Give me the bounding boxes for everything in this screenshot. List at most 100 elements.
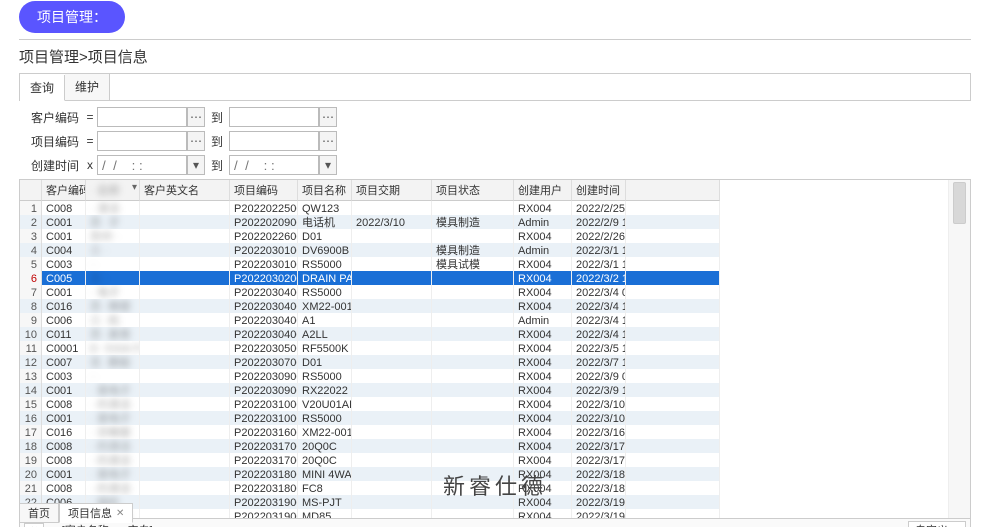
cell-due[interactable] <box>352 341 432 355</box>
cell-customer-code[interactable]: C001 <box>42 229 86 243</box>
cell-user[interactable]: RX004 <box>514 467 572 481</box>
row-number[interactable]: 14 <box>20 383 42 397</box>
cell-status[interactable] <box>432 285 514 299</box>
cell-customer-name[interactable]: ··是电子 <box>86 467 140 481</box>
column-header[interactable]: 项目名称 <box>298 180 352 201</box>
column-header[interactable]: 客户编码 <box>42 180 86 201</box>
column-header[interactable]: 创建时间 <box>572 180 626 201</box>
cell-customer-en[interactable] <box>140 509 230 519</box>
cell-project-code[interactable]: P20220304001 <box>230 285 298 299</box>
cell-user[interactable]: RX004 <box>514 201 572 215</box>
cell-project-name[interactable]: DV6900B <box>298 243 352 257</box>
filter-project-to[interactable] <box>229 131 319 151</box>
row-number[interactable]: 6 <box>20 271 42 285</box>
cell-pad[interactable] <box>626 425 720 439</box>
cell-pad[interactable] <box>626 383 720 397</box>
cell-project-code[interactable]: P20220307001 <box>230 355 298 369</box>
cell-customer-en[interactable] <box>140 467 230 481</box>
filter-project-from[interactable] <box>97 131 187 151</box>
cell-status[interactable] <box>432 201 514 215</box>
row-number[interactable]: 3 <box>20 229 42 243</box>
cell-customer-code[interactable]: C008 <box>42 397 86 411</box>
cell-project-code[interactable]: P20220225001 <box>230 201 298 215</box>
cell-customer-name[interactable]: 三·· <box>86 243 140 257</box>
cell-due[interactable] <box>352 229 432 243</box>
cell-customer-code[interactable]: C003 <box>42 257 86 271</box>
cell-project-name[interactable]: A1 <box>298 313 352 327</box>
cell-status[interactable] <box>432 439 514 453</box>
cell-user[interactable]: RX004 <box>514 397 572 411</box>
cell-project-name[interactable]: XM22-001 <box>298 425 352 439</box>
cell-project-code[interactable]: P20220310001 <box>230 397 298 411</box>
cell-due[interactable] <box>352 271 432 285</box>
column-header[interactable]: 项目编码 <box>230 180 298 201</box>
cell-pad[interactable] <box>626 355 720 369</box>
picker-project-to-icon[interactable]: ⋯ <box>319 131 337 151</box>
row-number[interactable]: 18 <box>20 439 42 453</box>
cell-user[interactable]: RX004 <box>514 257 572 271</box>
cell-due[interactable] <box>352 425 432 439</box>
cell-project-code[interactable]: P20220304002 <box>230 299 298 313</box>
cell-user[interactable]: RX004 <box>514 509 572 519</box>
cell-project-code[interactable]: P20220319002 <box>230 509 298 519</box>
close-icon[interactable]: ✕ <box>116 508 124 519</box>
cell-customer-en[interactable] <box>140 425 230 439</box>
cell-customer-name[interactable]: ·· <box>86 369 140 383</box>
cell-customer-name[interactable]: ··是电子 <box>86 383 140 397</box>
cell-status[interactable] <box>432 411 514 425</box>
cell-pad[interactable] <box>626 215 720 229</box>
cell-customer-code[interactable]: C001 <box>42 285 86 299</box>
cell-created[interactable]: 2022/3/1 12:07:11 <box>572 257 626 271</box>
cell-user[interactable]: RX004 <box>514 327 572 341</box>
cell-status[interactable] <box>432 495 514 509</box>
row-number[interactable]: 12 <box>20 355 42 369</box>
cell-customer-code[interactable]: C006 <box>42 313 86 327</box>
cell-user[interactable]: RX004 <box>514 425 572 439</box>
cell-project-code[interactable]: P20220318001 <box>230 467 298 481</box>
cell-pad[interactable] <box>626 509 720 519</box>
cell-status[interactable] <box>432 229 514 243</box>
cell-due[interactable] <box>352 355 432 369</box>
cell-customer-en[interactable] <box>140 229 230 243</box>
cell-due[interactable] <box>352 257 432 271</box>
cell-user[interactable]: RX004 <box>514 355 572 369</box>
cell-due[interactable] <box>352 509 432 519</box>
cell-customer-code[interactable]: C004 <box>42 243 86 257</box>
cell-user[interactable]: RX004 <box>514 271 572 285</box>
cell-created[interactable]: 2022/3/2 14:21:08 <box>572 271 626 285</box>
cell-user[interactable]: RX004 <box>514 411 572 425</box>
cell-status[interactable] <box>432 425 514 439</box>
cell-pad[interactable] <box>626 397 720 411</box>
cell-project-code[interactable]: P20220310002 <box>230 411 298 425</box>
cell-pad[interactable] <box>626 453 720 467</box>
column-header[interactable]: 项目状态 <box>432 180 514 201</box>
cell-customer-name[interactable]: ··是电子 <box>86 411 140 425</box>
cell-pad[interactable] <box>626 341 720 355</box>
vertical-scrollbar[interactable] <box>948 180 970 518</box>
cell-pad[interactable] <box>626 201 720 215</box>
cell-customer-code[interactable]: C005 <box>42 271 86 285</box>
cell-created[interactable]: 2022/2/26 13:40:59 <box>572 229 626 243</box>
cell-customer-code[interactable]: C008 <box>42 201 86 215</box>
cell-customer-code[interactable]: C001 <box>42 383 86 397</box>
cell-customer-en[interactable] <box>140 313 230 327</box>
cell-created[interactable]: 2022/3/18 17:03:51 <box>572 481 626 495</box>
cell-customer-en[interactable] <box>140 257 230 271</box>
cell-created[interactable]: 2022/3/18 10:25:23 <box>572 467 626 481</box>
row-number[interactable]: 5 <box>20 257 42 271</box>
cell-customer-code[interactable]: C011 <box>42 327 86 341</box>
cell-created[interactable]: 2022/3/4 10:55:53 <box>572 313 626 327</box>
cell-customer-en[interactable] <box>140 453 230 467</box>
cell-customer-name[interactable]: 无··鹏股 <box>86 355 140 369</box>
cell-pad[interactable] <box>626 285 720 299</box>
cell-project-code[interactable]: P20220226003 <box>230 229 298 243</box>
cell-project-name[interactable]: RS5000 <box>298 285 352 299</box>
cell-created[interactable]: 2022/3/19 09:26:48 <box>572 509 626 519</box>
cell-user[interactable]: RX004 <box>514 285 572 299</box>
cell-project-code[interactable]: P20220318002 <box>230 481 298 495</box>
cell-pad[interactable] <box>626 243 720 257</box>
cell-due[interactable] <box>352 327 432 341</box>
cell-due[interactable] <box>352 495 432 509</box>
cell-due[interactable] <box>352 285 432 299</box>
cell-project-name[interactable]: 电话机 <box>298 215 352 229</box>
